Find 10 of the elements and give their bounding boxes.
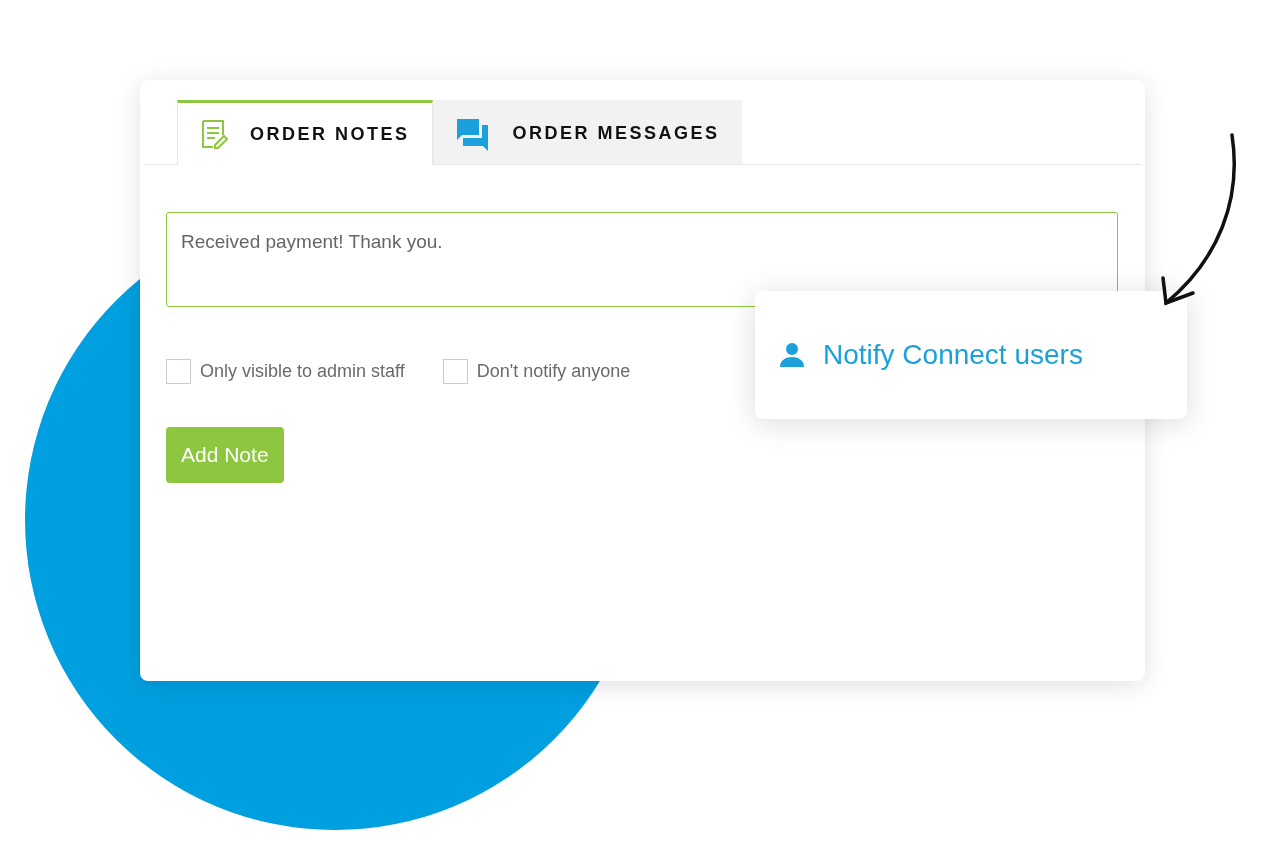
user-icon [779, 342, 805, 368]
checkbox[interactable] [442, 359, 468, 384]
chat-icon [454, 116, 491, 151]
checkbox-label: Don't notify anyone [476, 361, 631, 382]
checkbox[interactable] [166, 359, 191, 384]
tab[interactable]: ORDER NOTES [177, 100, 433, 165]
note-icon [200, 119, 228, 149]
note-field[interactable]: Received payment! Thank you. [166, 212, 1118, 307]
tab[interactable]: ORDER MESSAGES [432, 100, 742, 164]
checkbox-label: Only visible to admin staff [200, 361, 405, 382]
